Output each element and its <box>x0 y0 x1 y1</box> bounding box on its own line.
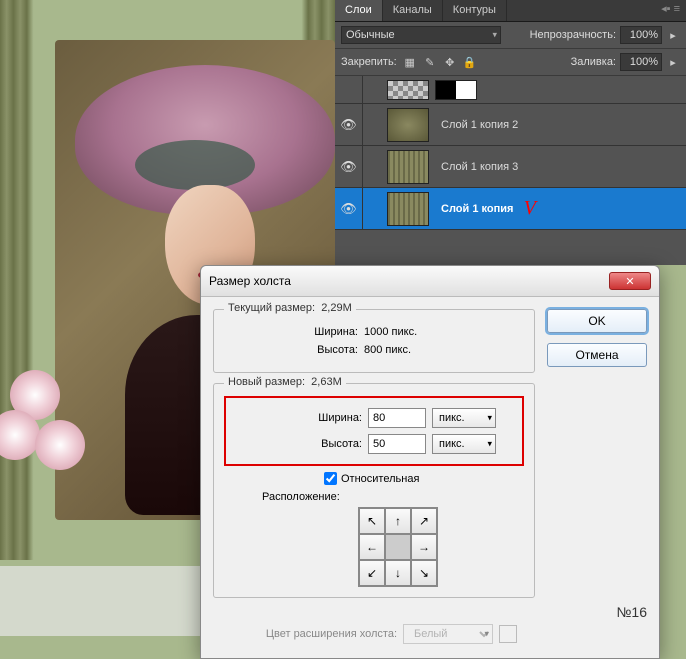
lock-label: Закрепить: <box>341 56 397 68</box>
anchor-se[interactable]: ↘ <box>411 560 437 586</box>
extension-color-label: Цвет расширения холста: <box>215 628 397 640</box>
height-label: Высота: <box>232 438 362 450</box>
current-width-value: 1000 пикс. <box>364 326 417 338</box>
anchor-e[interactable]: → <box>411 534 437 560</box>
anchor-nw[interactable]: ↖ <box>359 508 385 534</box>
visibility-toggle[interactable] <box>335 76 363 103</box>
anchor-grid: ↖ ↑ ↗ ← → ↙ ↓ ↘ <box>358 507 438 587</box>
current-height-label: Высота: <box>228 344 358 356</box>
flowers-decoration <box>0 370 100 510</box>
anchor-w[interactable]: ← <box>359 534 385 560</box>
opacity-input[interactable] <box>620 26 662 44</box>
anchor-sw[interactable]: ↙ <box>359 560 385 586</box>
width-label: Ширина: <box>232 412 362 424</box>
fill-slider-icon[interactable]: ▸ <box>666 55 680 69</box>
close-button[interactable]: ✕ <box>609 272 651 290</box>
layer-name[interactable]: Слой 1 копия 3 <box>435 161 518 173</box>
layer-thumbnail[interactable] <box>387 80 429 100</box>
eye-icon: 👁 <box>340 159 357 175</box>
lock-all-icon[interactable]: 🔒 <box>463 55 477 69</box>
layer-row-selected[interactable]: 👁 Слой 1 копия V <box>335 188 686 230</box>
anchor-n[interactable]: ↑ <box>385 508 411 534</box>
lock-pixels-icon[interactable]: ✎ <box>423 55 437 69</box>
tab-channels[interactable]: Каналы <box>383 0 443 21</box>
step-number: №16 <box>616 604 647 620</box>
new-size-group: Новый размер: 2,63M Ширина: пикс. Высота… <box>213 383 535 598</box>
tab-layers[interactable]: Слои <box>335 0 383 21</box>
layer-row[interactable]: 👁 Слой 1 копия 2 <box>335 104 686 146</box>
visibility-toggle[interactable]: 👁 <box>335 146 363 187</box>
height-unit-select[interactable]: пикс. <box>432 434 496 454</box>
anchor-center[interactable] <box>385 534 411 560</box>
panel-menu-icon[interactable]: ◂▪ ≡ <box>655 0 686 21</box>
current-width-label: Ширина: <box>228 326 358 338</box>
layer-thumbnail[interactable] <box>387 108 429 142</box>
current-size-group: Текущий размер: 2,29M Ширина: 1000 пикс.… <box>213 309 535 373</box>
anchor-label: Расположение: <box>262 491 520 503</box>
canvas-extension-preview <box>0 566 200 636</box>
eye-icon: 👁 <box>340 117 357 133</box>
fill-input[interactable] <box>620 53 662 71</box>
blend-mode-select[interactable]: Обычные <box>341 26 501 44</box>
relative-checkbox[interactable] <box>324 472 337 485</box>
lock-transparency-icon[interactable]: ▦ <box>403 55 417 69</box>
dialog-title: Размер холста <box>209 274 291 288</box>
close-icon: ✕ <box>625 275 634 288</box>
width-input[interactable] <box>368 408 426 428</box>
canvas-size-dialog: Размер холста ✕ Текущий размер: 2,29M Ши… <box>200 265 660 659</box>
opacity-slider-icon[interactable]: ▸ <box>666 28 680 42</box>
visibility-toggle[interactable]: 👁 <box>335 188 363 229</box>
tab-paths[interactable]: Контуры <box>443 0 507 21</box>
layer-thumbnail[interactable] <box>387 192 429 226</box>
opacity-label: Непрозрачность: <box>530 29 616 41</box>
extension-color-select: Белый <box>403 624 493 644</box>
dialog-titlebar[interactable]: Размер холста ✕ <box>201 266 659 297</box>
layers-panel: Слои Каналы Контуры ◂▪ ≡ Обычные Непрозр… <box>335 0 686 265</box>
height-input[interactable] <box>368 434 426 454</box>
width-unit-select[interactable]: пикс. <box>432 408 496 428</box>
panel-tabs: Слои Каналы Контуры ◂▪ ≡ <box>335 0 686 22</box>
relative-label: Относительная <box>341 473 419 485</box>
anchor-ne[interactable]: ↗ <box>411 508 437 534</box>
anchor-s[interactable]: ↓ <box>385 560 411 586</box>
layer-thumbnail[interactable] <box>387 150 429 184</box>
lock-fill-row: Закрепить: ▦ ✎ ✥ 🔒 Заливка: ▸ <box>335 49 686 76</box>
annotation-marker: V <box>524 197 536 220</box>
fill-label: Заливка: <box>571 56 616 68</box>
highlight-annotation: Ширина: пикс. Высота: пикс. <box>224 396 524 466</box>
eye-icon: 👁 <box>340 201 357 217</box>
layer-name[interactable]: Слой 1 копия 2 <box>435 119 518 131</box>
visibility-toggle[interactable]: 👁 <box>335 104 363 145</box>
color-swatch <box>499 625 517 643</box>
lock-position-icon[interactable]: ✥ <box>443 55 457 69</box>
layer-list: 👁 Слой 1 копия 2 👁 Слой 1 копия 3 👁 Слой… <box>335 76 686 230</box>
layer-row-mask[interactable] <box>335 76 686 104</box>
ok-button[interactable]: OK <box>547 309 647 333</box>
mask-thumbnail[interactable] <box>435 80 477 100</box>
current-height-value: 800 пикс. <box>364 344 411 356</box>
cancel-button[interactable]: Отмена <box>547 343 647 367</box>
layer-row[interactable]: 👁 Слой 1 копия 3 <box>335 146 686 188</box>
hat-band-shape <box>135 140 255 190</box>
blend-opacity-row: Обычные Непрозрачность: ▸ <box>335 22 686 49</box>
layer-name[interactable]: Слой 1 копия <box>435 203 513 215</box>
